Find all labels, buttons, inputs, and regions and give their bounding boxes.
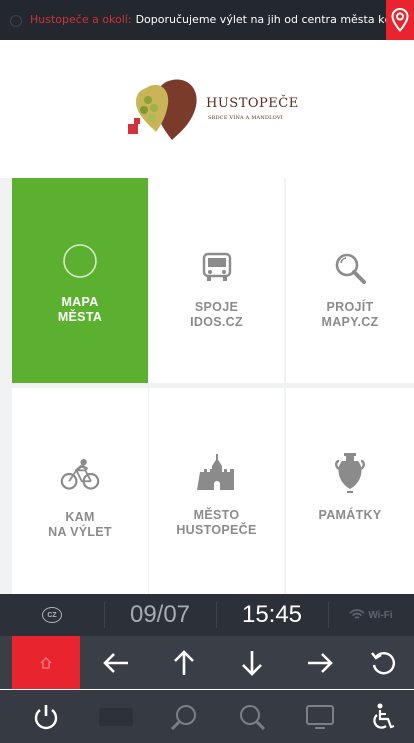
wifi-indicator: Wi-Fi (328, 594, 414, 636)
tile-kam-na-vylet[interactable]: KAM NA VÝLET (12, 388, 148, 594)
wheelchair-icon (373, 703, 395, 729)
zoom-in-button[interactable] (218, 690, 286, 743)
tile-label: PROJÍT MAPY.CZ (321, 300, 379, 329)
screen-button[interactable] (286, 690, 354, 743)
bus-icon (197, 248, 237, 288)
circle-icon (60, 241, 100, 281)
ticker-message: Hustopeče a okolí: Doporučujeme výlet na … (30, 0, 386, 40)
keyboard-button[interactable] (82, 690, 150, 743)
tile-label: MAPA MĚSTA (57, 295, 103, 324)
keyboard-icon (99, 707, 133, 726)
castle-icon (196, 452, 237, 492)
time-display: 15:45 (241, 601, 303, 628)
magnifier-icon (240, 704, 266, 730)
tile-spoje-idos[interactable]: SPOJE IDOS.CZ (149, 178, 284, 383)
menu-grid: MAPA MĚSTA SPOJE IDOS.CZ PROJÍT MAPY.CZ … (0, 178, 414, 594)
tile-pamatky[interactable]: PAMÁTKY (286, 388, 414, 594)
amphora-icon (330, 452, 370, 493)
accessibility-button[interactable] (354, 690, 414, 743)
tile-label: KAM NA VÝLET (48, 510, 112, 539)
accessibility-row (0, 690, 414, 743)
date-display: 09/07 (129, 601, 191, 628)
news-ticker[interactable]: Hustopeče a okolí: Doporučujeme výlet na … (0, 0, 414, 40)
header-logo-area: HUSTOPEČE SRDCE VÍNA A MANDLOVÍ (0, 40, 414, 178)
magnifier-icon (330, 248, 370, 288)
zoom-out-button[interactable] (150, 690, 218, 743)
language-badge: CZ (42, 607, 62, 623)
arrow-left-icon (103, 652, 128, 673)
tile-label: MĚSTO HUSTOPEČE (176, 508, 257, 537)
logo-title: HUSTOPEČE (206, 96, 299, 111)
ticker-highlight: Hustopeče a okolí: (30, 13, 132, 26)
map-pin-button[interactable] (386, 0, 414, 40)
arrow-up-button[interactable] (150, 636, 218, 689)
arrow-down-button[interactable] (218, 636, 286, 689)
arrow-left-button[interactable] (82, 636, 150, 689)
arrow-right-button[interactable] (286, 636, 354, 689)
refresh-icon (371, 651, 395, 674)
language-switch[interactable]: CZ (0, 594, 104, 636)
wifi-icon (349, 609, 365, 619)
monitor-icon (306, 704, 334, 729)
hustopece-logo-icon (128, 79, 197, 140)
tile-mapa-mesta[interactable]: MAPA MĚSTA (12, 178, 148, 383)
home-icon (40, 656, 52, 669)
map-pin-icon (391, 8, 409, 32)
logo-subtitle: SRDCE VÍNA A MANDLOVÍ (208, 115, 283, 121)
tile-label: SPOJE IDOS.CZ (190, 300, 243, 329)
arrow-right-icon (308, 652, 333, 673)
tile-projit-mapy[interactable]: PROJÍT MAPY.CZ (286, 178, 414, 383)
arrow-up-icon (174, 649, 194, 675)
power-button[interactable] (12, 690, 80, 743)
power-icon (34, 704, 58, 729)
reset-button[interactable] (354, 636, 414, 689)
arrow-down-icon (242, 650, 262, 676)
navigation-row (0, 636, 414, 689)
tile-mesto-hustopece[interactable]: MĚSTO HUSTOPEČE (149, 388, 284, 594)
wifi-label: Wi-Fi (368, 609, 393, 621)
cyclist-icon (60, 454, 100, 494)
ticker-dot-icon (10, 15, 22, 27)
home-button[interactable] (12, 636, 80, 689)
ticker-text: Doporučujeme výlet na jih od centra měst… (135, 13, 386, 26)
status-bar: CZ 09/07 15:45 Wi-Fi (0, 594, 414, 636)
zoom-out-icon (170, 704, 196, 730)
tile-label: PAMÁTKY (318, 508, 382, 522)
